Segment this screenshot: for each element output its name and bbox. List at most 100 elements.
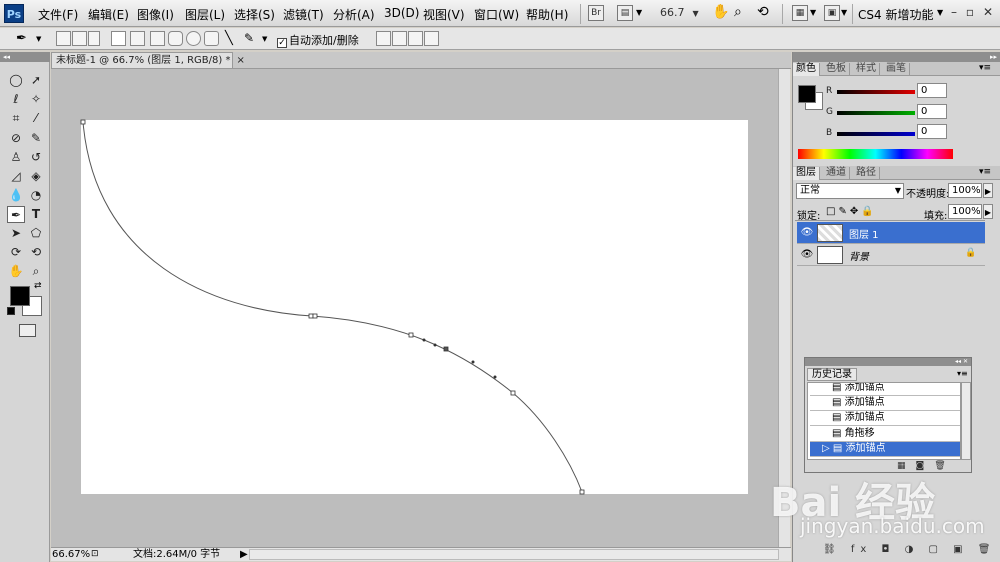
document-tab[interactable]: 未标题-1 @ 66.7% (图层 1, RGB/8) * ×: [51, 52, 245, 68]
chevron-down-icon[interactable]: ▼: [841, 8, 847, 17]
intersect-path-icon[interactable]: [408, 31, 423, 46]
zoom-level-combo[interactable]: 66.7 ▼: [660, 6, 699, 19]
chevron-down-icon[interactable]: ▼: [810, 8, 816, 17]
green-value-input[interactable]: 0: [917, 104, 947, 119]
swap-colors-icon[interactable]: ⇄: [34, 281, 42, 291]
pen-tool-icon[interactable]: ✒: [16, 31, 27, 46]
history-item[interactable]: ▷ ▤ 添加锚点: [810, 442, 960, 457]
panel-menu-icon[interactable]: ▾≡: [957, 369, 968, 378]
dodge-tool-icon[interactable]: ◔: [27, 187, 45, 204]
paint-bucket-icon[interactable]: ◈: [27, 168, 45, 185]
ellipse-icon[interactable]: [186, 31, 201, 46]
toolbox-collapse-icon[interactable]: ◂◂: [0, 52, 50, 62]
foreground-color-swatch[interactable]: [10, 286, 30, 306]
tab-paths[interactable]: 路径: [853, 167, 880, 180]
blue-slider[interactable]: [837, 132, 915, 136]
history-item[interactable]: ▤ 添加锚点: [810, 383, 960, 396]
chevron-down-icon[interactable]: ▼: [937, 8, 943, 17]
close-tab-icon[interactable]: ×: [236, 55, 244, 66]
pen-tool-icon[interactable]: ✒: [7, 206, 25, 223]
layer-name[interactable]: 背景: [849, 248, 869, 263]
status-icon[interactable]: ⊡: [91, 548, 99, 561]
menu-file[interactable]: 文件(F): [38, 6, 78, 23]
layer-row[interactable]: 👁 图层 1: [797, 222, 985, 244]
dock-collapse-icon[interactable]: ▸▸: [793, 52, 1000, 62]
marquee-tool-icon[interactable]: ◯: [7, 72, 25, 89]
bridge-button[interactable]: Br: [588, 5, 604, 21]
eyedropper-icon[interactable]: ⁄: [27, 110, 45, 127]
spectrum-bar[interactable]: [798, 149, 953, 159]
arrange-documents-icon[interactable]: ▦: [792, 5, 808, 21]
hand-tool-icon[interactable]: ✋: [712, 4, 729, 20]
history-scrollbar[interactable]: [961, 382, 971, 460]
zoom-tool-icon[interactable]: ⌕: [734, 4, 742, 20]
lock-options-icon[interactable]: □✎✥🔒: [826, 206, 877, 217]
opacity-arrow-icon[interactable]: ▶: [983, 183, 993, 198]
auto-add-checkbox[interactable]: ✓: [277, 38, 287, 48]
tab-layers[interactable]: 图层: [793, 167, 820, 180]
zoom-status[interactable]: 66.67%: [52, 548, 90, 561]
restore-icon[interactable]: ▫: [962, 4, 978, 20]
hand-tool-icon[interactable]: ✋: [7, 263, 25, 280]
crop-tool-icon[interactable]: ⌗: [7, 110, 25, 127]
fill-pixels-icon[interactable]: [88, 31, 100, 46]
chevron-down-icon[interactable]: ▼: [262, 35, 267, 43]
red-slider[interactable]: [837, 90, 915, 94]
layer-name[interactable]: 图层 1: [849, 226, 879, 241]
subtract-path-icon[interactable]: [392, 31, 407, 46]
menu-image[interactable]: 图像(I): [137, 6, 174, 23]
menu-view[interactable]: 视图(V): [423, 6, 465, 23]
visibility-eye-icon[interactable]: 👁: [800, 249, 814, 261]
menu-analysis[interactable]: 分析(A): [333, 6, 375, 23]
canvas[interactable]: [81, 120, 748, 494]
polygon-icon[interactable]: [204, 31, 219, 46]
line-icon[interactable]: ╲: [225, 31, 233, 46]
tab-brushes[interactable]: 画笔: [883, 63, 910, 76]
screen-mode-icon[interactable]: ▣: [824, 5, 840, 21]
layer-panel-actions-icon[interactable]: ⛓ fx ◘ ◑ ▢ ▣ 🗑: [823, 544, 996, 555]
layer-row[interactable]: 👁 背景 🔒: [797, 244, 985, 266]
freeform-pen-icon[interactable]: [130, 31, 145, 46]
auto-add-delete-option[interactable]: ✓ 自动添加/删除: [277, 32, 359, 48]
tab-channels[interactable]: 通道: [823, 167, 850, 180]
workspace-switcher[interactable]: CS4 新增功能: [858, 6, 933, 23]
fill-input[interactable]: 100%: [948, 204, 982, 219]
opacity-input[interactable]: 100%: [948, 183, 982, 198]
panel-menu-icon[interactable]: ▾≡: [979, 63, 991, 73]
magic-wand-icon[interactable]: ✧: [27, 91, 45, 108]
close-icon[interactable]: ✕: [980, 4, 996, 20]
blue-value-input[interactable]: 0: [917, 124, 947, 139]
pen-option-icon[interactable]: [111, 31, 126, 46]
history-panel-header-icon[interactable]: ◂◂ ✕: [805, 358, 971, 366]
blend-mode-select[interactable]: 正常 ▼: [796, 183, 904, 199]
exclude-path-icon[interactable]: [424, 31, 439, 46]
horizontal-scrollbar[interactable]: [249, 549, 779, 560]
panel-menu-icon[interactable]: ▾≡: [979, 167, 991, 177]
add-to-path-icon[interactable]: [376, 31, 391, 46]
rectangle-icon[interactable]: [150, 31, 165, 46]
history-item[interactable]: ▤ 添加锚点: [810, 411, 960, 426]
blur-tool-icon[interactable]: 💧: [7, 187, 25, 204]
quick-mask-icon[interactable]: [19, 324, 36, 337]
tab-color[interactable]: 颜色: [793, 63, 820, 76]
lasso-tool-icon[interactable]: ℓ: [7, 91, 25, 108]
rounded-rectangle-icon[interactable]: [168, 31, 183, 46]
clone-stamp-icon[interactable]: ♙: [7, 149, 25, 166]
path-selection-icon[interactable]: ➤: [7, 225, 25, 242]
default-colors-icon[interactable]: [7, 307, 15, 315]
custom-shape-icon[interactable]: ✎: [244, 31, 254, 45]
color-panel-foreground-swatch[interactable]: [798, 85, 816, 103]
red-value-input[interactable]: 0: [917, 83, 947, 98]
3d-orbit-icon[interactable]: ⟲: [27, 244, 45, 261]
menu-select[interactable]: 选择(S): [234, 6, 275, 23]
zoom-tool-icon[interactable]: ⌕: [27, 263, 45, 280]
rotate-view-icon[interactable]: ⟲: [757, 4, 769, 20]
menu-edit[interactable]: 编辑(E): [88, 6, 129, 23]
fill-arrow-icon[interactable]: ▶: [983, 204, 993, 219]
visibility-eye-icon[interactable]: 👁: [800, 227, 814, 239]
menu-layer[interactable]: 图层(L): [185, 6, 225, 23]
status-menu-arrow-icon[interactable]: ▶: [240, 548, 248, 561]
paths-mode-icon[interactable]: [72, 31, 87, 46]
chevron-down-icon[interactable]: ▼: [36, 35, 41, 43]
minimize-icon[interactable]: –: [946, 4, 962, 20]
